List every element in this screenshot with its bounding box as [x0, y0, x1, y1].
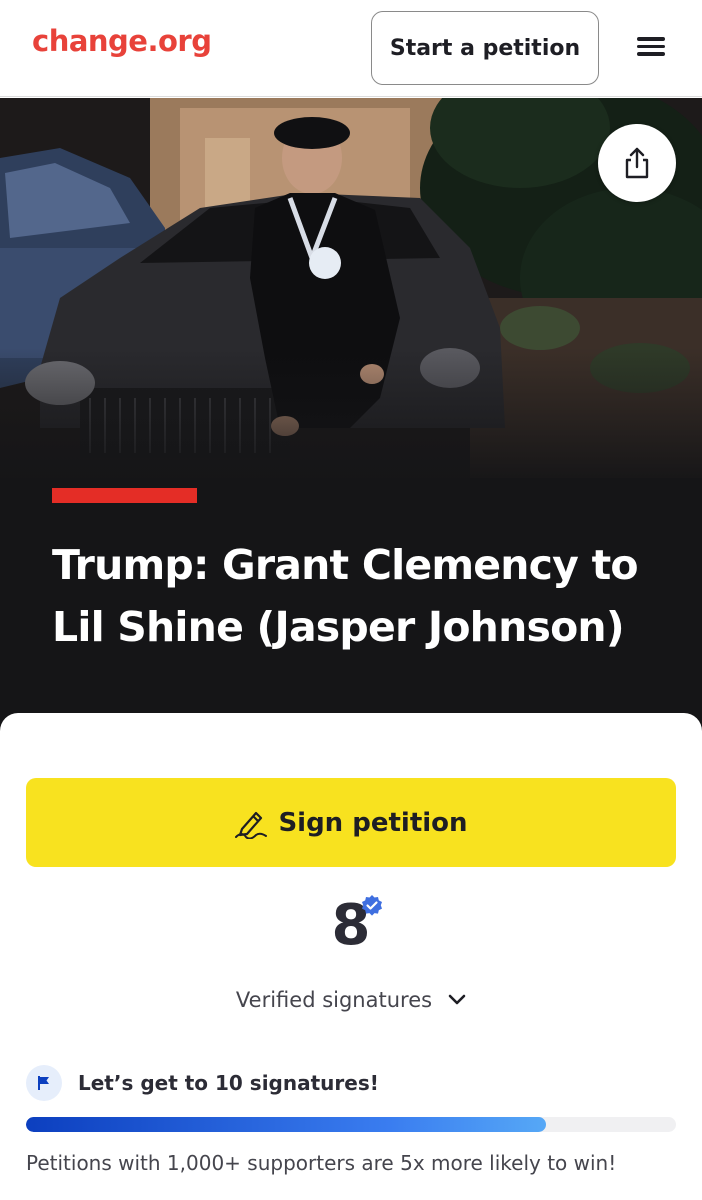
petition-title: Trump: Grant Clemency to Lil Shine (Jasp…	[52, 541, 639, 651]
share-button[interactable]	[598, 124, 676, 202]
accent-bar	[52, 488, 197, 503]
change-org-logo[interactable]: change.org	[32, 24, 212, 58]
signature-goal: Let’s get to 10 signatures!	[26, 1065, 379, 1101]
petition-hero: Trump: Grant Clemency to Lil Shine (Jasp…	[0, 98, 702, 738]
sign-petition-button[interactable]: Sign petition	[26, 778, 676, 867]
flag-icon	[26, 1065, 62, 1101]
progress-fill	[26, 1117, 546, 1132]
petition-footnote: Petitions with 1,000+ supporters are 5x …	[26, 1151, 617, 1175]
start-petition-button[interactable]: Start a petition	[371, 11, 599, 85]
verified-signatures-label: Verified signatures	[235, 988, 433, 1012]
signature-progress-bar	[26, 1117, 676, 1132]
verified-check-icon	[362, 895, 382, 916]
pen-signature-icon	[235, 811, 268, 839]
chevron-down-icon	[448, 994, 466, 1005]
top-navigation-bar: change.org Start a petition	[0, 0, 702, 97]
share-icon	[625, 147, 649, 179]
petition-card: Sign petition 8 Verified signatures Let’…	[0, 713, 702, 1200]
goal-text: Let’s get to 10 signatures!	[78, 1071, 379, 1095]
hamburger-menu-icon[interactable]	[632, 33, 670, 63]
verified-signatures-toggle[interactable]: Verified signatures	[0, 988, 702, 1012]
signature-count: 8	[331, 893, 371, 958]
sign-petition-label: Sign petition	[278, 807, 468, 838]
